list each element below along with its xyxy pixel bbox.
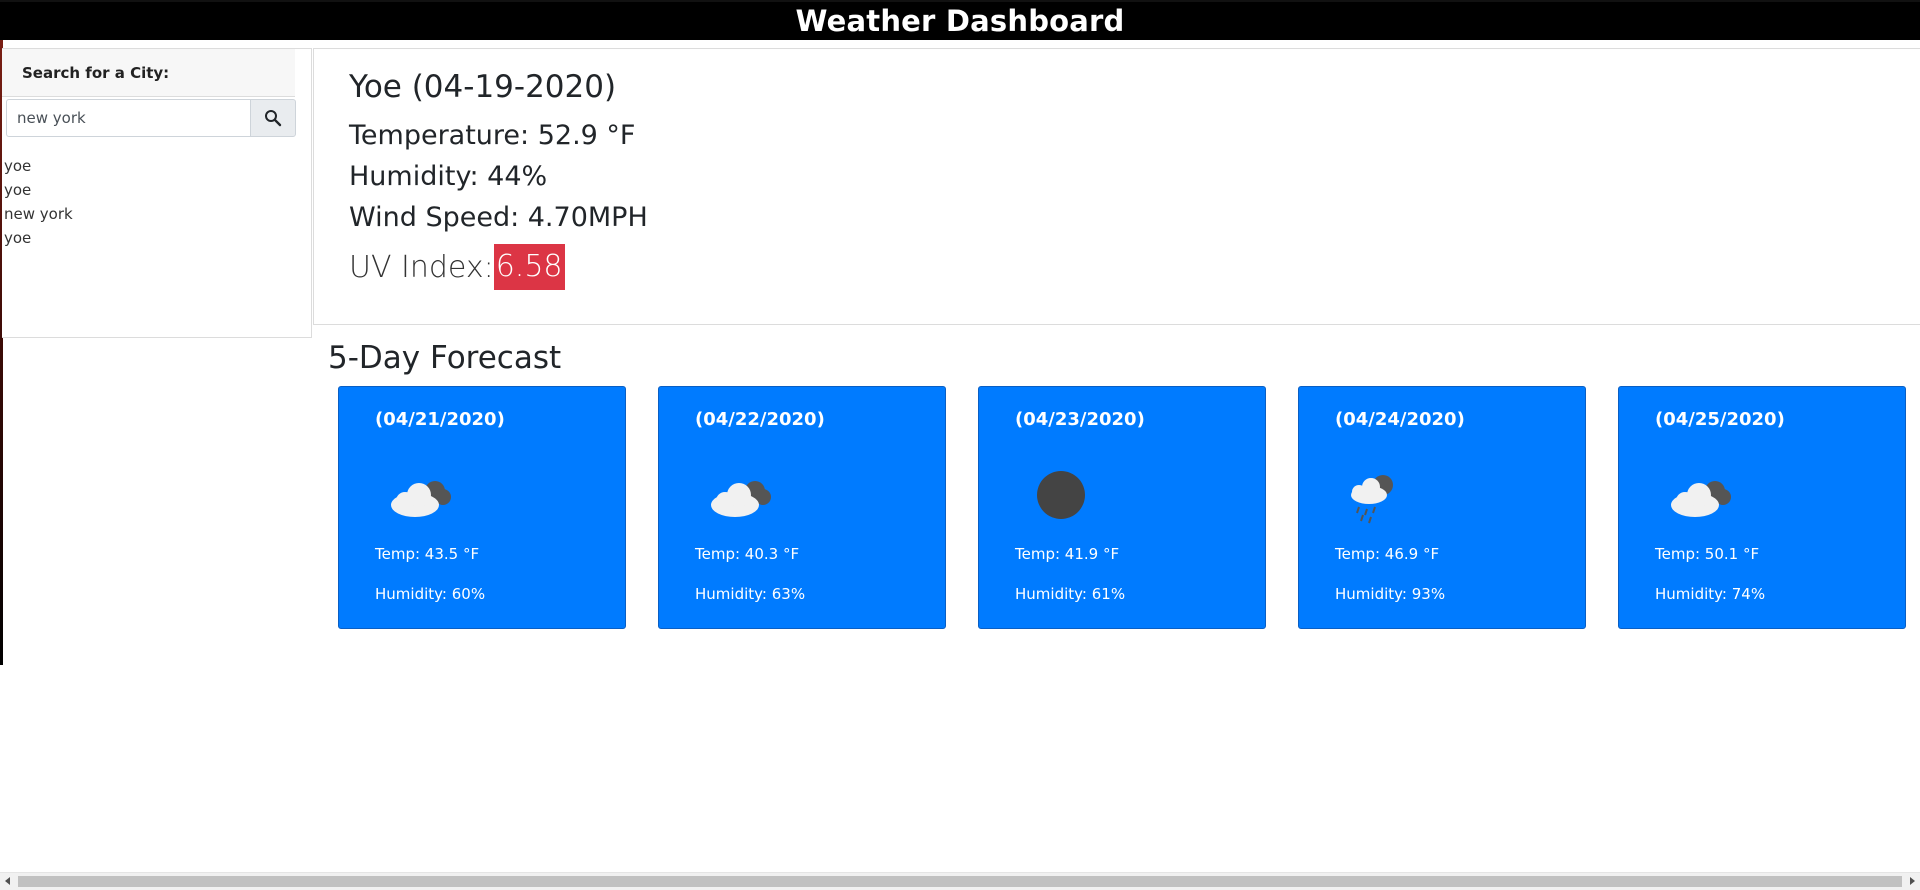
history-item[interactable]: new york — [4, 202, 73, 226]
city-search-input[interactable] — [6, 99, 250, 137]
search-sidebar: Search for a City: yoe yoe new york yoe — [2, 48, 312, 338]
search-history-list: yoe yoe new york yoe — [4, 154, 73, 250]
forecast-temp: Temp: 46.9 °F — [1335, 545, 1440, 563]
uv-index-label: UV Index: — [349, 249, 494, 285]
forecast-date: (04/21/2020) — [375, 409, 505, 430]
forecast-humidity: Humidity: 60% — [375, 585, 486, 603]
forecast-cards: (04/21/2020) Temp: 43.5 °F Humidity: 60%… — [338, 386, 1908, 629]
cloud-icon — [391, 481, 451, 517]
forecast-humidity: Humidity: 61% — [1015, 585, 1126, 603]
search-icon — [265, 110, 282, 127]
forecast-humidity: Humidity: 93% — [1335, 585, 1446, 603]
search-group — [6, 99, 296, 137]
search-header: Search for a City: — [2, 49, 295, 97]
uv-index-badge: 6.58 — [493, 244, 565, 290]
forecast-humidity: Humidity: 63% — [695, 585, 806, 603]
scrollbar-thumb[interactable] — [18, 876, 1902, 887]
forecast-card: (04/24/2020) Temp: 46.9 °F Humidity: 93% — [1298, 386, 1586, 629]
cloud-icon — [1671, 481, 1731, 517]
current-humidity: Humidity: 44% — [349, 161, 548, 192]
search-button[interactable] — [250, 99, 296, 137]
current-temperature: Temperature: 52.9 °F — [349, 120, 636, 151]
rain-cloud-icon — [1351, 475, 1393, 524]
forecast-humidity: Humidity: 74% — [1655, 585, 1766, 603]
forecast-temp: Temp: 43.5 °F — [375, 545, 480, 563]
current-weather-panel: Yoe (04-19-2020) Temperature: 52.9 °F Hu… — [313, 48, 1920, 325]
cloud-icon — [711, 481, 771, 517]
scroll-right-icon[interactable] — [1910, 877, 1915, 885]
forecast-date: (04/22/2020) — [695, 409, 825, 430]
dark-circle-icon — [1037, 471, 1085, 519]
current-wind-speed: Wind Speed: 4.70MPH — [349, 202, 648, 233]
forecast-card: (04/21/2020) Temp: 43.5 °F Humidity: 60% — [338, 386, 626, 629]
forecast-temp: Temp: 40.3 °F — [695, 545, 800, 563]
horizontal-scrollbar[interactable] — [0, 872, 1920, 890]
forecast-date: (04/23/2020) — [1015, 409, 1145, 430]
forecast-date: (04/25/2020) — [1655, 409, 1785, 430]
history-item[interactable]: yoe — [4, 226, 73, 250]
top-bar: Weather Dashboard — [0, 0, 1920, 40]
forecast-card: (04/23/2020) Temp: 41.9 °F Humidity: 61% — [978, 386, 1266, 629]
search-label: Search for a City: — [22, 63, 170, 82]
history-item[interactable]: yoe — [4, 178, 73, 202]
history-item[interactable]: yoe — [4, 154, 73, 178]
forecast-date: (04/24/2020) — [1335, 409, 1465, 430]
current-city-date: Yoe (04-19-2020) — [349, 69, 617, 105]
page-title: Weather Dashboard — [795, 4, 1125, 38]
forecast-temp: Temp: 41.9 °F — [1015, 545, 1120, 563]
uv-index-row: UV Index: 6.58 — [349, 244, 565, 290]
forecast-card: (04/22/2020) Temp: 40.3 °F Humidity: 63% — [658, 386, 946, 629]
forecast-temp: Temp: 50.1 °F — [1655, 545, 1760, 563]
scroll-left-icon[interactable] — [5, 877, 10, 885]
forecast-title: 5-Day Forecast — [328, 340, 562, 376]
forecast-card: (04/25/2020) Temp: 50.1 °F Humidity: 74% — [1618, 386, 1906, 629]
